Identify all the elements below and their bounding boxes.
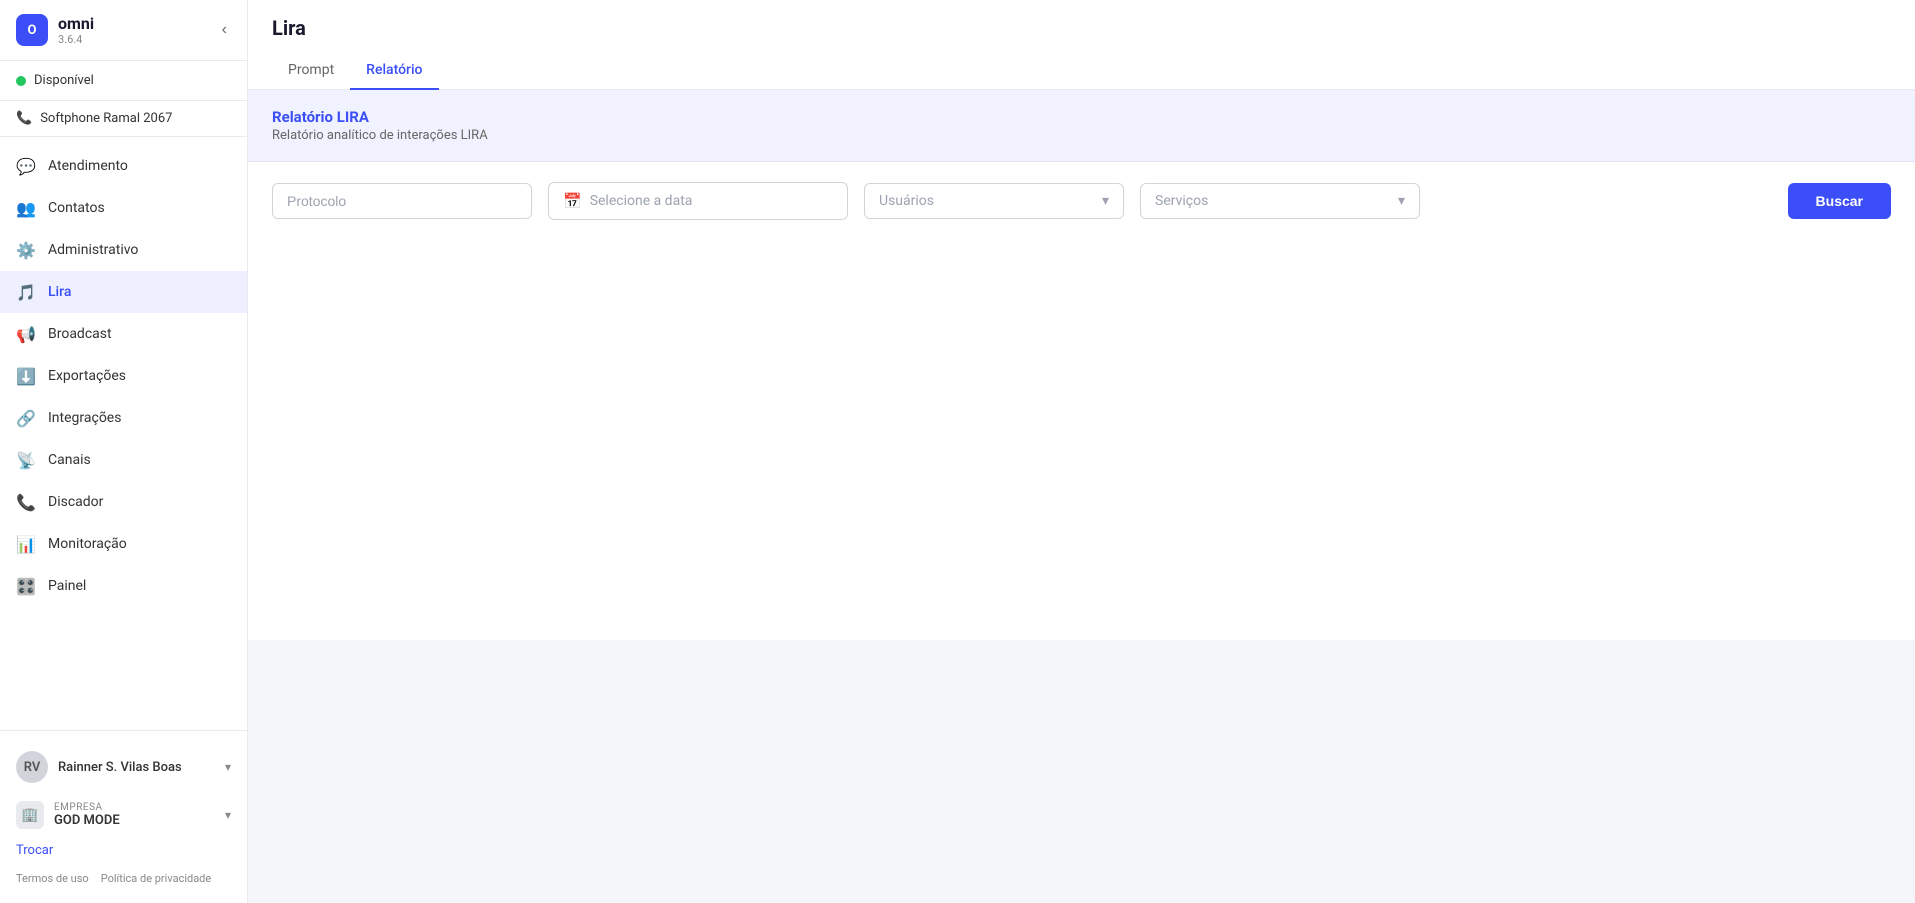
- sidebar: O omni 3.6.4 ‹ Disponível 📞 Softphone Ra…: [0, 0, 248, 903]
- report-title: Relatório LIRA: [272, 108, 1891, 126]
- softphone-info: 📞 Softphone Ramal 2067: [0, 101, 247, 137]
- sidebar-header: O omni 3.6.4 ‹: [0, 0, 247, 61]
- company-label: EMPRESA: [54, 802, 215, 813]
- sidebar-item-label-canais: Canais: [48, 452, 91, 468]
- user-section[interactable]: RV Rainner S. Vilas Boas ▾: [0, 741, 247, 793]
- page-title: Lira: [272, 16, 1891, 40]
- broadcast-icon: 📢: [16, 324, 36, 344]
- calendar-icon: 📅: [563, 192, 582, 210]
- sidebar-logo: O omni 3.6.4: [16, 14, 94, 46]
- tab-relatorio[interactable]: Relatório: [350, 52, 438, 90]
- sidebar-item-exportacoes[interactable]: ⬇️ Exportações: [0, 355, 247, 397]
- user-avatar: RV: [16, 751, 48, 783]
- privacy-link[interactable]: Política de privacidade: [101, 872, 212, 885]
- footer-links: Termos de uso Política de privacidade: [0, 864, 247, 893]
- exportacoes-icon: ⬇️: [16, 366, 36, 386]
- user-name: Rainner S. Vilas Boas: [58, 760, 215, 775]
- sidebar-item-canais[interactable]: 📡 Canais: [0, 439, 247, 481]
- administrativo-icon: ⚙️: [16, 240, 36, 260]
- company-chevron-icon: ▾: [225, 808, 231, 822]
- page-header: Lira Prompt Relatório: [248, 0, 1915, 90]
- filters-row: 📅 Selecione a data Usuários ▾ Serviços ▾…: [248, 162, 1915, 240]
- report-header: Relatório LIRA Relatório analítico de in…: [248, 90, 1915, 162]
- sidebar-item-label-painel: Painel: [48, 578, 86, 594]
- buscar-button[interactable]: Buscar: [1788, 183, 1891, 219]
- app-version: 3.6.4: [58, 33, 94, 46]
- sidebar-item-atendimento[interactable]: 💬 Atendimento: [0, 145, 247, 187]
- sidebar-item-integracoes[interactable]: 🔗 Integrações: [0, 397, 247, 439]
- sidebar-item-contatos[interactable]: 👥 Contatos: [0, 187, 247, 229]
- sidebar-item-painel[interactable]: 🎛️ Painel: [0, 565, 247, 607]
- sidebar-item-label-integracoes: Integrações: [48, 410, 121, 426]
- date-picker[interactable]: 📅 Selecione a data: [548, 182, 848, 220]
- canais-icon: 📡: [16, 450, 36, 470]
- sidebar-item-label-discador: Discador: [48, 494, 103, 510]
- report-content-area: [248, 240, 1915, 640]
- switch-company-link[interactable]: Trocar: [0, 837, 247, 864]
- app-name: omni: [58, 14, 94, 33]
- company-info: EMPRESA GOD MODE: [54, 802, 215, 828]
- sidebar-item-label-broadcast: Broadcast: [48, 326, 112, 342]
- app-logo-icon: O: [16, 14, 48, 46]
- sidebar-item-monitoracao[interactable]: 📊 Monitoração: [0, 523, 247, 565]
- usuarios-select[interactable]: Usuários ▾: [864, 183, 1124, 219]
- usuarios-label: Usuários: [879, 193, 934, 209]
- sidebar-collapse-button[interactable]: ‹: [218, 17, 231, 43]
- discador-icon: 📞: [16, 492, 36, 512]
- contatos-icon: 👥: [16, 198, 36, 218]
- date-picker-label: Selecione a data: [590, 193, 693, 209]
- logo-text: omni 3.6.4: [58, 14, 94, 46]
- servicos-label: Serviços: [1155, 193, 1208, 209]
- sidebar-item-label-contatos: Contatos: [48, 200, 105, 216]
- servicos-chevron-icon: ▾: [1398, 193, 1405, 209]
- protocolo-input[interactable]: [272, 183, 532, 219]
- monitoracao-icon: 📊: [16, 534, 36, 554]
- usuarios-chevron-icon: ▾: [1102, 193, 1109, 209]
- sidebar-item-discador[interactable]: 📞 Discador: [0, 481, 247, 523]
- company-icon: 🏢: [16, 801, 44, 829]
- lira-icon: 🎵: [16, 282, 36, 302]
- painel-icon: 🎛️: [16, 576, 36, 596]
- sidebar-item-label-administrativo: Administrativo: [48, 242, 138, 258]
- status-label: Disponível: [34, 73, 94, 88]
- company-section[interactable]: 🏢 EMPRESA GOD MODE ▾: [0, 793, 247, 837]
- company-name: GOD MODE: [54, 813, 215, 828]
- atendimento-icon: 💬: [16, 156, 36, 176]
- sidebar-item-broadcast[interactable]: 📢 Broadcast: [0, 313, 247, 355]
- softphone-label: Softphone Ramal 2067: [40, 111, 172, 126]
- tab-prompt[interactable]: Prompt: [272, 52, 350, 90]
- page-body: Relatório LIRA Relatório analítico de in…: [248, 90, 1915, 903]
- sidebar-item-label-monitoracao: Monitoração: [48, 536, 127, 552]
- sidebar-item-label-exportacoes: Exportações: [48, 368, 126, 384]
- phone-icon: 📞: [16, 111, 32, 126]
- integracoes-icon: 🔗: [16, 408, 36, 428]
- main-content: Lira Prompt Relatório Relatório LIRA Rel…: [248, 0, 1915, 903]
- sidebar-item-administrativo[interactable]: ⚙️ Administrativo: [0, 229, 247, 271]
- sidebar-item-label-atendimento: Atendimento: [48, 158, 128, 174]
- sidebar-item-label-lira: Lira: [48, 284, 71, 300]
- sidebar-item-lira[interactable]: 🎵 Lira: [0, 271, 247, 313]
- chevron-down-icon: ▾: [225, 760, 231, 774]
- user-status[interactable]: Disponível: [0, 61, 247, 101]
- tabs: Prompt Relatório: [272, 52, 1891, 89]
- sidebar-footer: RV Rainner S. Vilas Boas ▾ 🏢 EMPRESA GOD…: [0, 730, 247, 903]
- status-dot: [16, 76, 26, 86]
- sidebar-nav: 💬 Atendimento 👥 Contatos ⚙️ Administrati…: [0, 137, 247, 730]
- terms-link[interactable]: Termos de uso: [16, 872, 89, 885]
- servicos-select[interactable]: Serviços ▾: [1140, 183, 1420, 219]
- report-subtitle: Relatório analítico de interações LIRA: [272, 128, 1891, 143]
